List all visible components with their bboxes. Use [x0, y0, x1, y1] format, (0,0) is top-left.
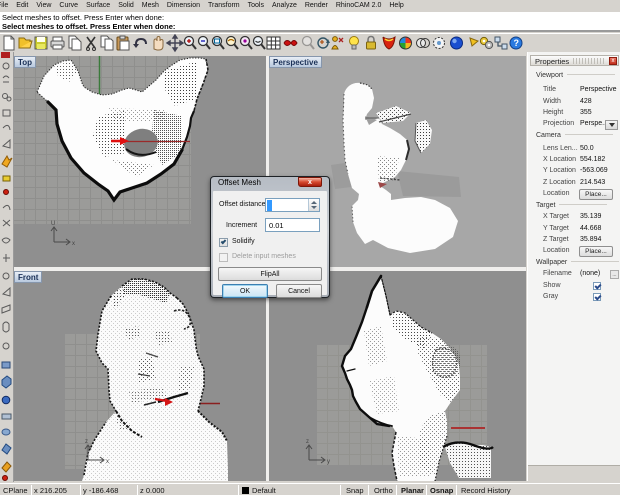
svg-text:y: y [327, 459, 330, 465]
svg-text:?: ? [514, 38, 520, 48]
svg-text:z: z [85, 439, 88, 445]
svg-text:U: U [51, 221, 55, 227]
svg-text:z: z [306, 439, 309, 445]
svg-text:x: x [72, 241, 75, 247]
svg-text:x: x [106, 459, 109, 465]
